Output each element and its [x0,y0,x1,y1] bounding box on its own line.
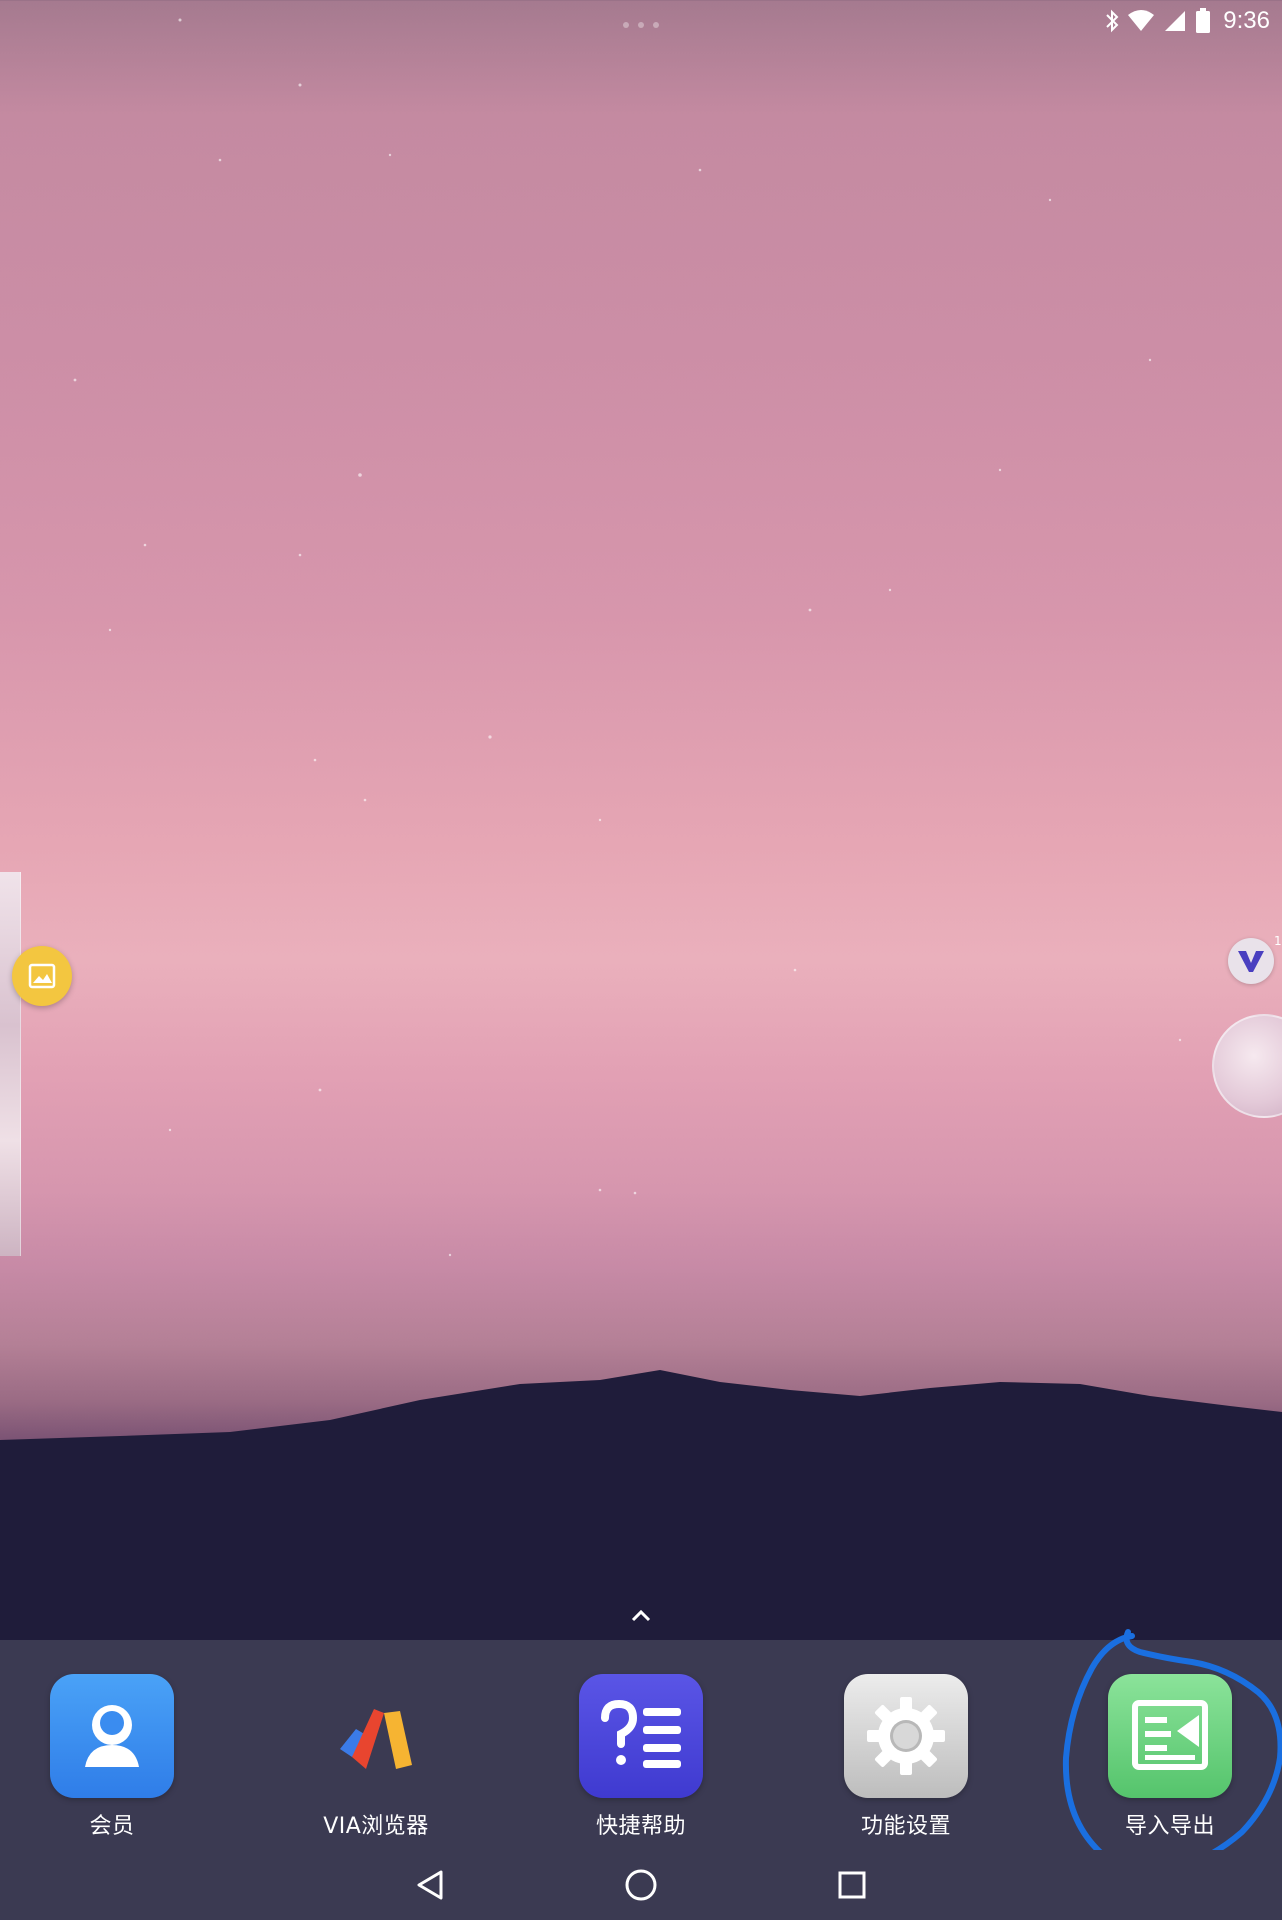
status-time: 9:36 [1223,7,1270,34]
navigation-bar [0,1850,1282,1920]
cell-signal-icon [1165,11,1186,31]
dock-item-label: 会员 [89,1814,135,1839]
window-handle-dots [623,22,659,30]
dock-item-import-export[interactable]: 导入导出 [1070,1674,1270,1844]
via-browser-icon [340,1709,412,1769]
gear-icon [867,1697,945,1775]
floating-v-app-button[interactable] [1228,938,1274,984]
bluetooth-icon [1106,9,1119,33]
recents-button[interactable] [822,1862,882,1908]
v-badge: 1 [1274,934,1282,948]
home-icon [625,1869,657,1901]
dock-item-member[interactable]: 会员 [12,1674,212,1844]
status-bar: 9:36 [0,0,1282,40]
member-icon [85,1705,139,1767]
dock-item-settings[interactable]: 功能设置 [806,1674,1006,1844]
settings-app-icon[interactable] [844,1674,968,1798]
help-app-icon[interactable] [579,1674,703,1798]
via-browser-app-icon[interactable] [314,1674,438,1798]
back-icon [417,1870,443,1900]
recents-icon [838,1871,866,1899]
member-app-icon[interactable] [50,1674,174,1798]
dock-item-label: 功能设置 [860,1814,951,1839]
wifi-icon [1128,10,1155,31]
dock-item-label: 快捷帮助 [595,1814,686,1839]
wallpaper-mountains [0,1370,1282,1640]
floating-gallery-button[interactable] [12,946,72,1006]
gallery-icon [28,963,56,989]
v-app-icon [1238,951,1264,972]
back-button[interactable] [400,1862,460,1908]
dock-item-label: VIA浏览器 [323,1814,429,1839]
status-icons: 9:36 [1105,6,1270,36]
app-drawer-handle[interactable] [626,1604,656,1626]
chevron-up-icon [631,1609,651,1622]
home-button[interactable] [611,1862,671,1908]
left-edge-panel[interactable] [0,872,21,1256]
battery-icon [1196,8,1211,33]
dock-item-label: 导入导出 [1124,1814,1215,1839]
dock: 会员 VIA浏览器 快捷帮助 功能设置 导入导出 [0,1640,1282,1850]
wallpaper-stars [73,18,1182,1257]
import-export-app-icon[interactable] [1108,1674,1232,1798]
import-export-icon [1132,1700,1208,1770]
dock-item-via-browser[interactable]: VIA浏览器 [276,1674,476,1844]
dock-item-quick-help[interactable]: 快捷帮助 [541,1674,741,1844]
help-icon [601,1699,681,1768]
floating-avatar[interactable] [1212,1014,1282,1118]
